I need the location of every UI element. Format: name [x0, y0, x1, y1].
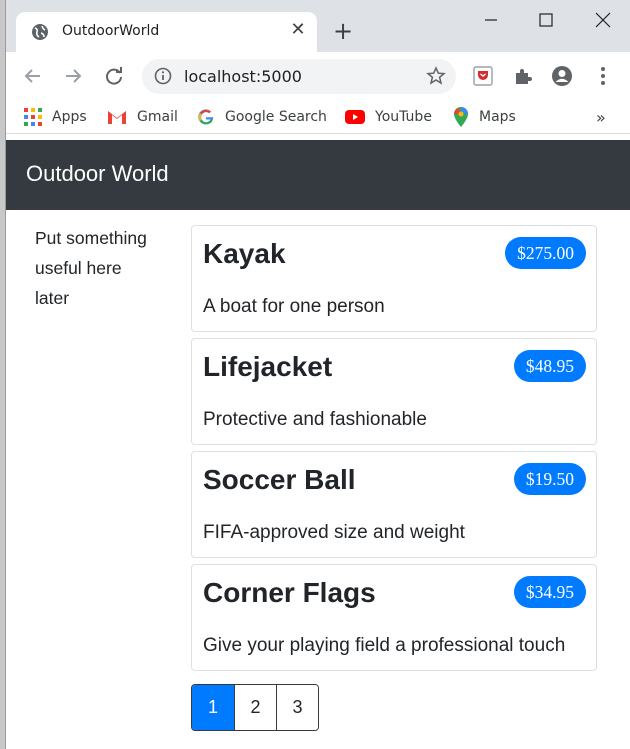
bookmark-google-search[interactable]: Google Search [197, 106, 327, 128]
bookmark-gmail[interactable]: Gmail [107, 106, 178, 128]
product-name: Soccer Ball [203, 464, 356, 495]
bookmark-star-icon[interactable] [426, 66, 446, 86]
extensions-puzzle-icon[interactable] [512, 65, 534, 87]
price-badge: $48.95 [513, 350, 586, 382]
apps-grid-icon [24, 108, 42, 126]
product-description: FIFA-approved size and weight [203, 522, 465, 543]
product-name: Kayak [203, 238, 286, 269]
bookmark-label: Gmail [137, 109, 178, 125]
bookmarks-overflow-button[interactable]: » [596, 106, 606, 128]
product-name: Corner Flags [203, 577, 376, 608]
bookmark-maps[interactable]: Maps [453, 106, 516, 128]
minimize-icon[interactable] [476, 8, 506, 32]
product-name: Lifejacket [203, 351, 333, 382]
product-description: A boat for one person [203, 296, 385, 317]
google-icon [198, 109, 214, 125]
browser-toolbar: localhost:5000 [6, 52, 630, 100]
product-card: Kayak $275.00 A boat for one person [191, 225, 597, 332]
web-page: Outdoor World Put something useful here … [6, 140, 630, 749]
maps-icon [454, 107, 468, 127]
product-card: Lifejacket $48.95 Protective and fashion… [191, 338, 597, 445]
bookmark-label: Apps [52, 109, 87, 125]
product-description: Give your playing field a professional t… [203, 635, 566, 656]
reload-icon[interactable] [103, 65, 125, 87]
more-menu-icon[interactable] [592, 65, 614, 87]
product-description: Protective and fashionable [203, 409, 427, 430]
bookmark-youtube[interactable]: YouTube [345, 106, 432, 128]
forward-arrow-icon[interactable] [62, 65, 84, 87]
browser-window: OutdoorWorld ✕ + localhost:5000 Apps Gma… [5, 0, 630, 749]
site-brand[interactable]: Outdoor World [26, 161, 169, 187]
globe-icon [32, 24, 48, 40]
product-card: Soccer Ball $19.50 FIFA-approved size an… [191, 451, 597, 558]
gmail-icon [108, 111, 126, 124]
address-bar[interactable]: localhost:5000 [142, 59, 456, 94]
new-tab-button[interactable]: + [332, 19, 354, 43]
browser-tab[interactable]: OutdoorWorld ✕ [16, 12, 317, 53]
site-navbar: Outdoor World [6, 140, 630, 210]
page-button-1[interactable]: 1 [192, 685, 234, 730]
window-close-icon[interactable] [588, 8, 618, 32]
price-badge: $19.50 [513, 463, 586, 495]
pocket-extension-icon[interactable] [472, 65, 494, 87]
url-text[interactable]: localhost:5000 [184, 67, 302, 86]
page-button-3[interactable]: 3 [276, 685, 318, 730]
page-button-2[interactable]: 2 [234, 685, 276, 730]
sidebar-placeholder-text: Put something useful here later [35, 228, 147, 308]
price-badge: $275.00 [505, 237, 586, 269]
back-arrow-icon[interactable] [22, 65, 44, 87]
bookmarks-bar: Apps Gmail Google Search YouTube Maps » [6, 100, 630, 134]
product-list: Kayak $275.00 A boat for one person Life… [191, 225, 597, 677]
product-card: Corner Flags $34.95 Give your playing fi… [191, 564, 597, 671]
price-badge: $34.95 [513, 576, 586, 608]
pagination: 1 2 3 [191, 684, 319, 731]
youtube-icon [345, 110, 365, 124]
maximize-icon[interactable] [531, 8, 561, 32]
tab-title: OutdoorWorld [62, 23, 160, 39]
info-icon[interactable] [154, 67, 172, 85]
bookmark-apps[interactable]: Apps [24, 106, 87, 128]
bookmark-label: Google Search [225, 109, 327, 125]
profile-avatar-icon[interactable] [551, 65, 573, 87]
tab-close-icon[interactable]: ✕ [288, 20, 308, 40]
bookmark-label: Maps [479, 109, 516, 125]
tab-strip: OutdoorWorld ✕ + [6, 0, 630, 53]
bookmark-label: YouTube [375, 109, 432, 125]
